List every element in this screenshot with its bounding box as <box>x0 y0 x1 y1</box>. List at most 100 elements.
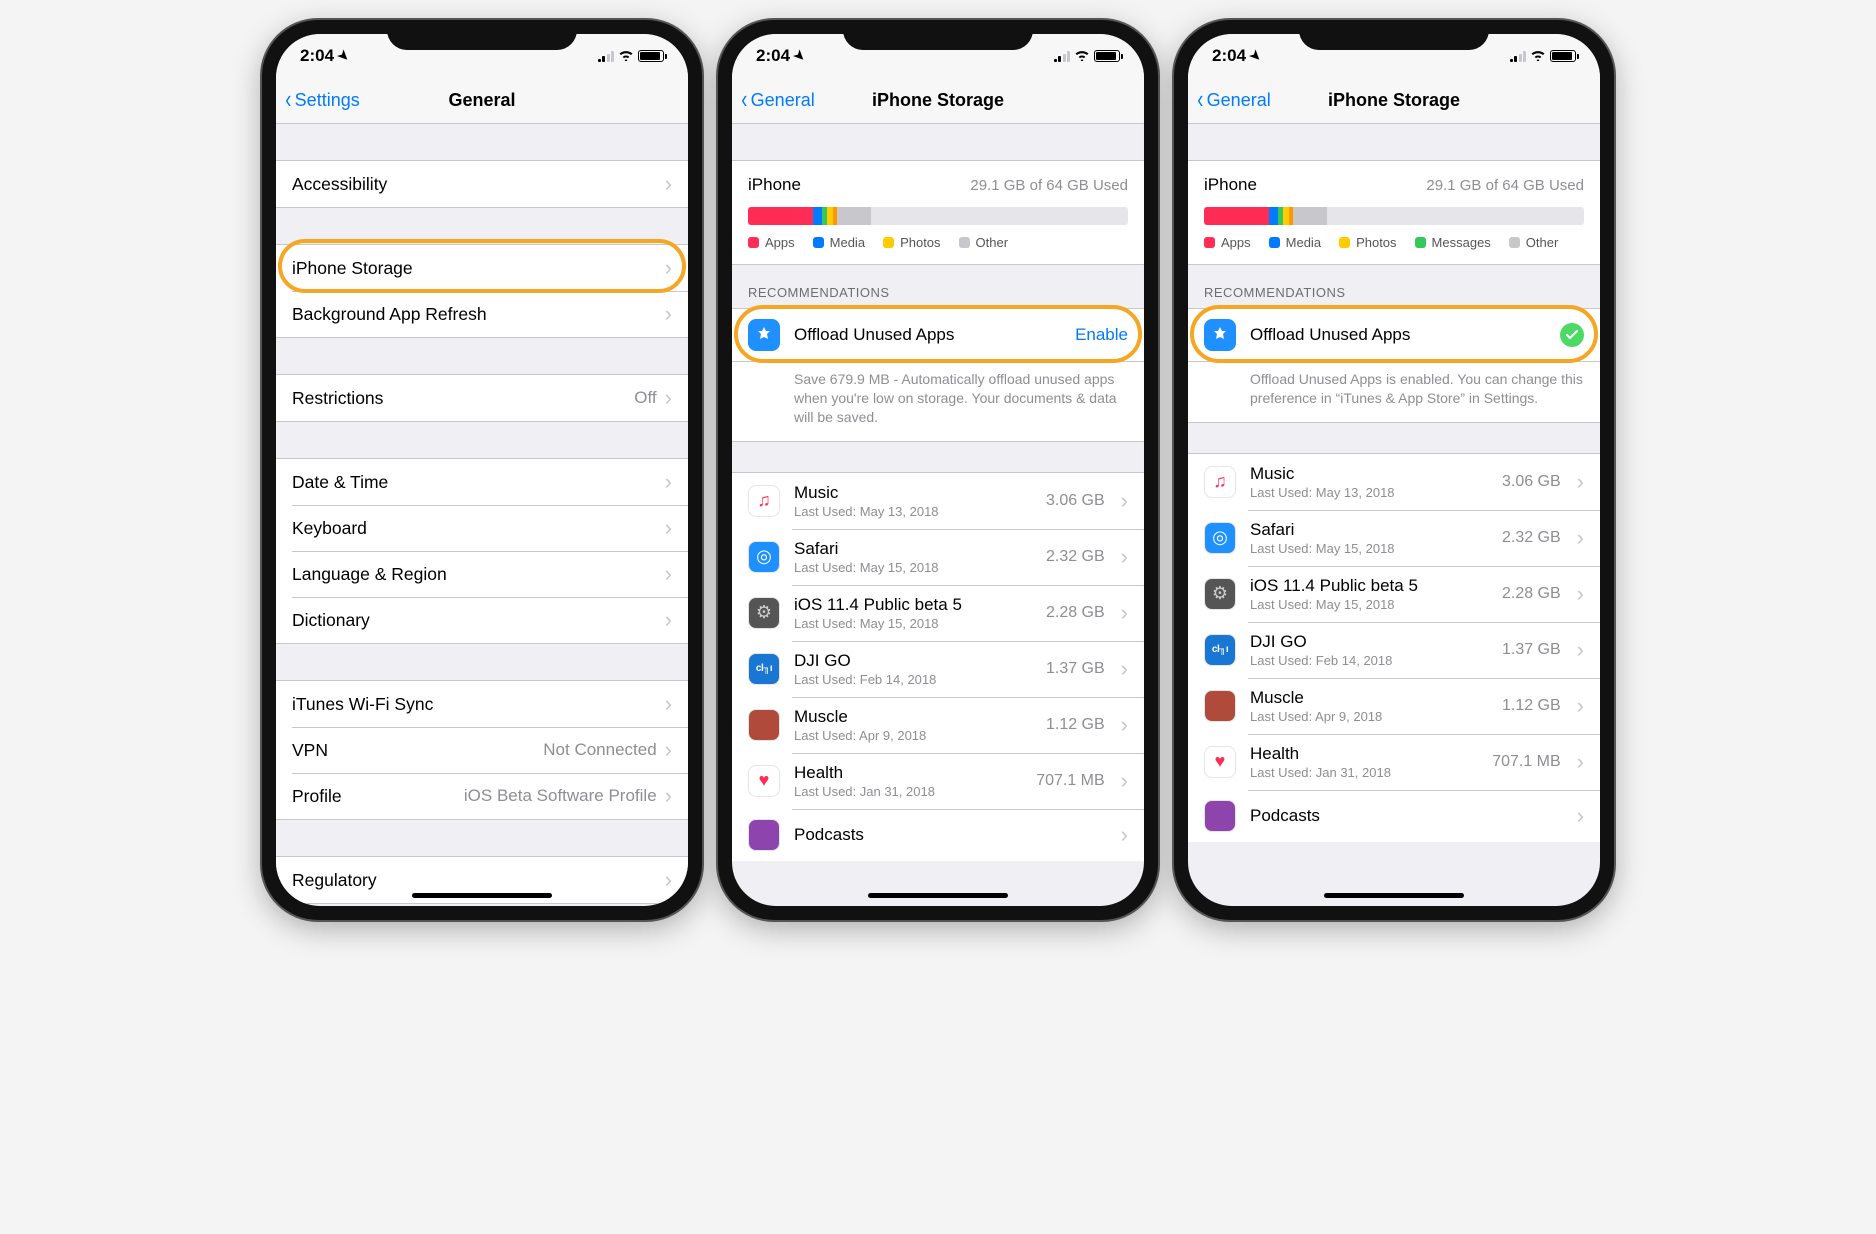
battery-icon <box>638 50 664 62</box>
recommendations-label: RECOMMENDATIONS <box>732 265 1144 308</box>
app-name: Podcasts <box>794 825 1105 845</box>
app-size: 2.28 GB <box>1502 585 1561 603</box>
app-row-muscle[interactable]: MuscleLast Used: Apr 9, 20181.12 GB› <box>732 697 1144 753</box>
app-row-health[interactable]: ♥HealthLast Used: Jan 31, 2018707.1 MB› <box>732 753 1144 809</box>
app-row-podcasts[interactable]: Podcasts › <box>732 809 1144 861</box>
app-row-music[interactable]: ♫MusicLast Used: May 13, 20183.06 GB› <box>1188 454 1600 510</box>
back-label: General <box>1207 90 1271 111</box>
row-value: iOS Beta Software Profile <box>464 786 657 806</box>
chevron-right-icon: › <box>665 607 672 633</box>
nav-title: iPhone Storage <box>1328 90 1460 111</box>
chevron-right-icon: › <box>665 737 672 763</box>
phone-frame-1: 2:04 ➤ ‹ Settings General Accessibility›… <box>262 20 702 920</box>
settings-row-restrictions[interactable]: RestrictionsOff› <box>276 375 688 421</box>
storage-screen[interactable]: iPhone29.1 GB of 64 GB UsedAppsMediaPhot… <box>732 124 1144 906</box>
notch <box>843 20 1033 50</box>
recommendation-offload-apps[interactable]: Offload Unused Apps Enable <box>732 308 1144 362</box>
app-icon: ♥ <box>1204 746 1236 778</box>
row-label: Accessibility <box>292 174 387 195</box>
settings-row-iphone-storage[interactable]: iPhone Storage› <box>276 245 688 291</box>
app-name: iOS 11.4 Public beta 5 <box>1250 576 1488 596</box>
recommendation-description: Save 679.9 MB - Automatically offload un… <box>732 362 1144 442</box>
row-label: iTunes Wi-Fi Sync <box>292 694 433 715</box>
home-indicator[interactable] <box>868 893 1008 898</box>
app-name: Muscle <box>794 707 1032 727</box>
recommendation-offload-apps[interactable]: Offload Unused Apps <box>1188 308 1600 362</box>
app-icon: ♫ <box>748 485 780 517</box>
location-icon: ➤ <box>790 46 809 65</box>
app-size: 1.37 GB <box>1046 660 1105 678</box>
notch <box>387 20 577 50</box>
app-icon: ◎ <box>748 541 780 573</box>
app-row-podcasts[interactable]: Podcasts› <box>1188 790 1600 842</box>
row-label: Regulatory <box>292 870 377 891</box>
app-last-used: Last Used: Jan 31, 2018 <box>794 784 1022 799</box>
chevron-right-icon: › <box>1121 600 1128 626</box>
legend-apps: Apps <box>1204 235 1251 250</box>
recommendations-label: RECOMMENDATIONS <box>1188 265 1600 308</box>
app-row-safari[interactable]: ◎SafariLast Used: May 15, 20182.32 GB› <box>732 529 1144 585</box>
chevron-right-icon: › <box>665 561 672 587</box>
legend-other: Other <box>1509 235 1559 250</box>
app-name: Safari <box>794 539 1032 559</box>
phone-frame-2: 2:04 ➤ ‹ General iPhone Storage iPhone29… <box>718 20 1158 920</box>
app-row-safari[interactable]: ◎SafariLast Used: May 15, 20182.32 GB› <box>1188 510 1600 566</box>
chevron-right-icon: › <box>1121 822 1128 848</box>
app-row-dji-go[interactable]: cl╖ıDJI GOLast Used: Feb 14, 20181.37 GB… <box>732 641 1144 697</box>
app-size: 3.06 GB <box>1502 473 1561 491</box>
app-row-ios-11-4-public-beta-5[interactable]: ⚙iOS 11.4 Public beta 5Last Used: May 15… <box>732 585 1144 641</box>
storage-legend: AppsMediaPhotosMessagesOther <box>1204 235 1584 250</box>
back-button[interactable]: ‹ General <box>1196 89 1271 112</box>
wifi-icon <box>1530 48 1546 64</box>
home-indicator[interactable] <box>1324 893 1464 898</box>
app-row-music[interactable]: ♫MusicLast Used: May 13, 20183.06 GB› <box>732 473 1144 529</box>
app-row-muscle[interactable]: MuscleLast Used: Apr 9, 20181.12 GB› <box>1188 678 1600 734</box>
settings-row-dictionary[interactable]: Dictionary› <box>276 597 688 643</box>
legend-media: Media <box>813 235 865 250</box>
settings-row-itunes-wi-fi-sync[interactable]: iTunes Wi-Fi Sync › <box>276 681 688 727</box>
app-icon: cl╖ı <box>1204 634 1236 666</box>
settings-row-profile[interactable]: ProfileiOS Beta Software Profile› <box>276 773 688 819</box>
app-icon <box>1204 800 1236 832</box>
storage-screen-enabled[interactable]: iPhone29.1 GB of 64 GB UsedAppsMediaPhot… <box>1188 124 1600 906</box>
app-row-health[interactable]: ♥HealthLast Used: Jan 31, 2018707.1 MB› <box>1188 734 1600 790</box>
settings-row-background-app-refresh[interactable]: Background App Refresh› <box>276 291 688 337</box>
notch <box>1299 20 1489 50</box>
app-row-dji-go[interactable]: cl╖ıDJI GOLast Used: Feb 14, 20181.37 GB… <box>1188 622 1600 678</box>
chevron-right-icon: › <box>665 301 672 327</box>
enable-button[interactable]: Enable <box>1075 325 1128 345</box>
battery-icon <box>1094 50 1120 62</box>
home-indicator[interactable] <box>412 893 552 898</box>
legend-photos: Photos <box>1339 235 1396 250</box>
wifi-icon <box>618 48 634 64</box>
settings-row-vpn[interactable]: VPNNot Connected› <box>276 727 688 773</box>
check-icon <box>1560 323 1584 347</box>
app-name: Health <box>1250 744 1478 764</box>
chevron-right-icon: › <box>665 385 672 411</box>
chevron-right-icon: › <box>665 691 672 717</box>
back-button[interactable]: ‹ General <box>740 89 815 112</box>
chevron-right-icon: › <box>1121 544 1128 570</box>
chevron-left-icon: ‹ <box>741 86 747 112</box>
recommendation-title: Offload Unused Apps <box>794 325 1061 345</box>
app-icon: ♫ <box>1204 466 1236 498</box>
settings-row-date-time[interactable]: Date & Time› <box>276 459 688 505</box>
app-last-used: Last Used: May 13, 2018 <box>794 504 1032 519</box>
row-label: Keyboard <box>292 518 367 539</box>
app-last-used: Last Used: Apr 9, 2018 <box>1250 709 1488 724</box>
app-size: 1.37 GB <box>1502 641 1561 659</box>
chevron-right-icon: › <box>1121 656 1128 682</box>
general-settings-list[interactable]: Accessibility›iPhone Storage›Background … <box>276 124 688 906</box>
chevron-right-icon: › <box>1577 693 1584 719</box>
chevron-right-icon: › <box>1577 581 1584 607</box>
settings-row-language-region[interactable]: Language & Region› <box>276 551 688 597</box>
app-size: 707.1 MB <box>1492 753 1560 771</box>
row-label: iPhone Storage <box>292 258 413 279</box>
app-icon: ⚙ <box>1204 578 1236 610</box>
settings-row-accessibility[interactable]: Accessibility› <box>276 161 688 207</box>
app-row-ios-11-4-public-beta-5[interactable]: ⚙iOS 11.4 Public beta 5Last Used: May 15… <box>1188 566 1600 622</box>
app-name: Podcasts <box>1250 806 1561 826</box>
settings-row-keyboard[interactable]: Keyboard› <box>276 505 688 551</box>
back-button[interactable]: ‹ Settings <box>284 89 360 112</box>
row-value: Not Connected <box>543 740 656 760</box>
